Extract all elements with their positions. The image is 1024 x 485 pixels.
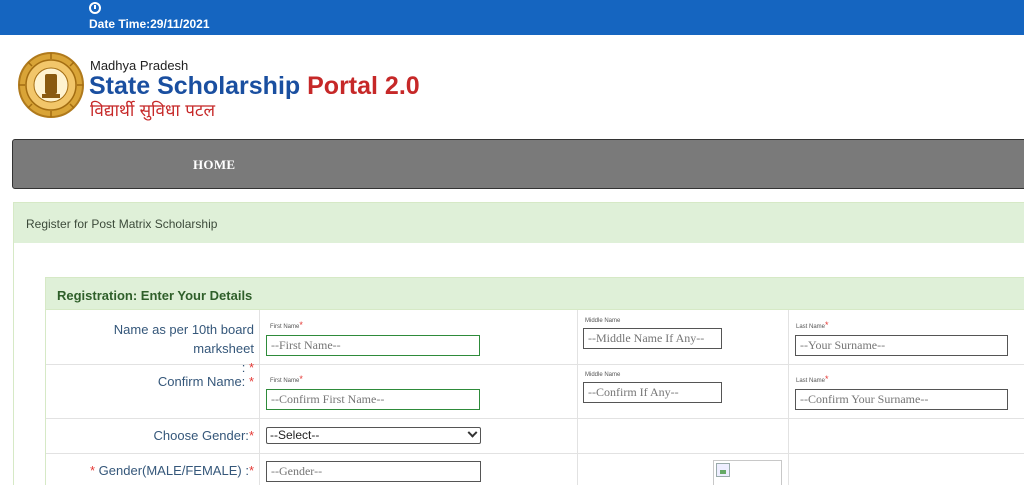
required-mark: *: [299, 320, 303, 330]
last-name-input[interactable]: [795, 335, 1008, 356]
top-bar: Date Time:29/11/2021: [0, 0, 1024, 35]
table-divider: [577, 310, 578, 485]
gender-label-text: Choose Gender:: [153, 428, 249, 443]
name-row-label: Name as per 10th board marksheet : *: [52, 320, 254, 377]
broken-image-placeholder: [713, 460, 782, 485]
gender-text-row-label: * Gender(MALE/FEMALE) :*: [52, 463, 254, 478]
brand-state-name: Madhya Pradesh: [90, 58, 189, 73]
clock-icon: [89, 2, 101, 14]
confirm-last-name-caption: Last Name*: [796, 374, 829, 384]
gender-text-label: Gender(MALE/FEMALE) :: [98, 463, 249, 478]
main-navbar: HOME: [12, 139, 1024, 189]
date-time: Date Time:29/11/2021: [89, 17, 210, 31]
gender-select-value: --Select--: [270, 428, 320, 442]
gender-select[interactable]: --Select--: [266, 427, 481, 444]
confirm-middle-name-caption: Middle Name: [585, 372, 621, 378]
required-mark: *: [825, 374, 829, 384]
gender-text-input: [266, 461, 481, 482]
brand-title-version: Portal 2.0: [307, 72, 420, 100]
table-divider: [788, 310, 789, 485]
required-mark: *: [248, 374, 254, 389]
caption-text: Last Name: [796, 324, 826, 330]
form-title: Registration: Enter Your Details: [57, 288, 253, 303]
confirm-first-name-input[interactable]: [266, 389, 480, 410]
panel-title: Register for Post Matrix Scholarship: [26, 217, 218, 231]
gender-row-label: Choose Gender:*: [52, 428, 254, 443]
brand-title-main: State Scholarship: [89, 72, 301, 100]
nav-home-link[interactable]: HOME: [193, 157, 235, 173]
first-name-caption: First Name*: [270, 320, 303, 330]
table-row-divider: [46, 418, 1024, 419]
name-label-suffix: :: [241, 360, 246, 375]
first-name-input[interactable]: [266, 335, 480, 356]
table-row-divider: [46, 453, 1024, 454]
panel-heading: Register for Post Matrix Scholarship: [14, 203, 1024, 243]
required-mark: *: [248, 360, 254, 375]
confirm-label-text: Confirm Name:: [157, 374, 246, 389]
mp-emblem-logo: [18, 52, 84, 118]
table-divider: [259, 310, 260, 485]
required-mark: *: [825, 320, 829, 330]
required-mark: *: [248, 463, 254, 478]
caption-text: First Name: [270, 378, 300, 384]
required-mark: *: [248, 428, 254, 443]
middle-name-caption: Middle Name: [585, 318, 621, 324]
confirm-middle-name-input[interactable]: [583, 382, 722, 403]
caption-text: First Name: [270, 324, 300, 330]
caption-text: Last Name: [796, 378, 826, 384]
broken-image-icon: [716, 463, 730, 477]
required-mark: *: [299, 374, 303, 384]
required-mark: *: [89, 463, 96, 478]
confirm-name-row-label: Confirm Name: *: [52, 374, 254, 389]
last-name-caption: Last Name*: [796, 320, 829, 330]
chevron-down-icon: [467, 427, 478, 438]
confirm-last-name-input[interactable]: [795, 389, 1008, 410]
brand-title: State Scholarship Portal 2.0: [89, 72, 420, 101]
brand-hindi-tagline: विद्यार्थी सुविधा पटल: [90, 101, 215, 121]
confirm-first-name-caption: First Name*: [270, 374, 303, 384]
middle-name-input[interactable]: [583, 328, 722, 349]
name-label-text: Name as per 10th board marksheet: [113, 322, 254, 356]
form-heading: Registration: Enter Your Details: [46, 278, 1024, 310]
